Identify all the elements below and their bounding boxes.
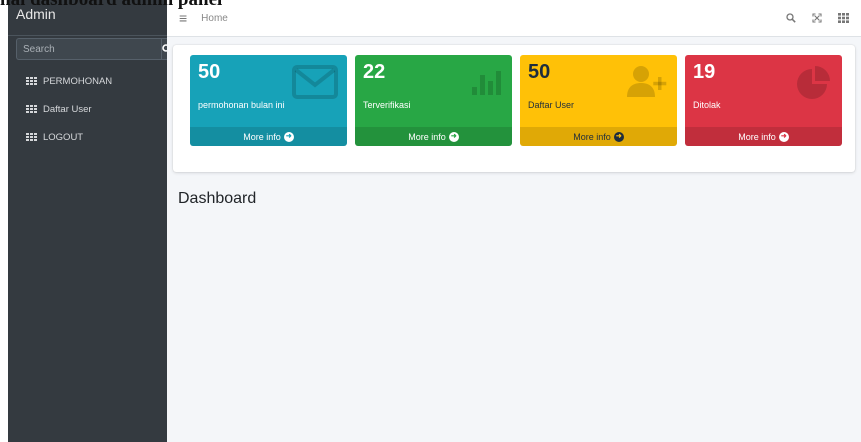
arrow-circle-right-icon: ➜ (283, 131, 294, 142)
stat-label: Terverifikasi (363, 100, 411, 110)
more-info-link[interactable]: More info ➜ (355, 127, 512, 146)
search-icon[interactable] (786, 13, 796, 23)
user-plus-icon (627, 66, 667, 97)
sidebar-item-label: LOGOUT (43, 131, 84, 143)
sidebar-item-logout[interactable]: LOGOUT (8, 126, 167, 148)
menu-toggle-icon[interactable]: ≡ (179, 10, 187, 26)
page-title: Dashboard (178, 190, 257, 207)
sidebar-item-daftar-user[interactable]: Daftar User (8, 98, 167, 120)
sidebar-nav: PERMOHONAN Daftar User LOGOUT (8, 70, 167, 154)
stat-label: Ditolak (693, 100, 721, 110)
stat-box-permohonan: 50 permohonan bulan ini More info ➜ (190, 55, 347, 146)
sidebar-search (16, 38, 173, 60)
more-info-link[interactable]: More info ➜ (685, 127, 842, 146)
table-icon (26, 76, 37, 86)
page-caption: hal dashboard admin panel (0, 0, 861, 9)
apps-grid-icon[interactable] (838, 13, 849, 23)
stats-card: 50 permohonan bulan ini More info ➜ 22 Te… (173, 45, 855, 172)
more-info-link[interactable]: More info ➜ (190, 127, 347, 146)
more-info-link[interactable]: More info ➜ (520, 127, 677, 146)
arrow-circle-right-icon: ➜ (778, 131, 789, 142)
stat-label: permohonan bulan ini (198, 100, 285, 110)
table-icon (26, 104, 37, 114)
fullscreen-icon[interactable] (812, 13, 822, 23)
stat-box-ditolak: 19 Ditolak More info ➜ (685, 55, 842, 146)
sidebar-item-label: PERMOHONAN (43, 75, 113, 87)
envelope-icon (292, 65, 338, 99)
stat-value: 22 (363, 61, 386, 83)
stat-value: 50 (528, 61, 551, 83)
stat-value: 19 (693, 61, 716, 83)
stat-box-daftar-user: 50 Daftar User More info ➜ (520, 55, 677, 146)
sidebar: Admin PERMOHONAN Daftar User LOGOUT (8, 0, 173, 442)
stat-label: Daftar User (528, 100, 575, 110)
arrow-circle-right-icon: ➜ (613, 131, 624, 142)
bar-chart-icon (472, 71, 501, 95)
home-link[interactable]: Home (201, 13, 228, 24)
stat-value: 50 (198, 61, 221, 83)
navbar-icons (786, 13, 849, 23)
main-content: ≡ Home 50 permohonan bulan ini More info… (167, 0, 861, 442)
sidebar-item-permohonan[interactable]: PERMOHONAN (8, 70, 167, 92)
sidebar-item-label: Daftar User (43, 103, 92, 115)
search-input[interactable] (16, 38, 161, 60)
table-icon (26, 132, 37, 142)
arrow-circle-right-icon: ➜ (448, 131, 459, 142)
stat-box-terverifikasi: 22 Terverifikasi More info ➜ (355, 55, 512, 146)
pie-chart-icon (797, 66, 830, 99)
